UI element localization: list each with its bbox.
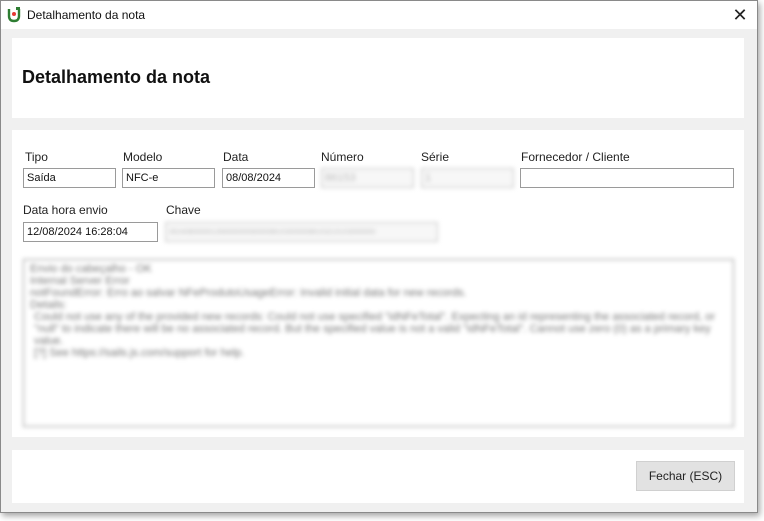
serie-label: Série	[421, 150, 450, 164]
modelo-field[interactable]	[122, 168, 215, 188]
log-textarea[interactable]: Envio do cabeçalho - OK Internal Server …	[23, 259, 734, 427]
log-line: Could not use any of the provided new re…	[34, 311, 716, 347]
close-button[interactable]: Fechar (ESC)	[636, 461, 735, 491]
data-field[interactable]	[222, 168, 315, 188]
log-line: Envio do cabeçalho - OK	[30, 263, 152, 275]
close-icon[interactable]: ✕	[723, 1, 757, 29]
numero-label: Número	[321, 150, 364, 164]
dialog-window: Detalhamento da nota ✕ Detalhamento da n…	[0, 0, 758, 513]
chave-label: Chave	[166, 203, 201, 217]
chave-field[interactable]	[165, 222, 438, 242]
data-hora-envio-field[interactable]	[23, 222, 158, 242]
data-label: Data	[223, 150, 249, 164]
tipo-label: Tipo	[25, 150, 48, 164]
log-line: Details:	[30, 299, 67, 311]
form-panel: Tipo Modelo Data Número Série Fornecedor…	[12, 130, 744, 437]
page-title: Detalhamento da nota	[22, 67, 211, 87]
log-line: Internal Server Error	[30, 275, 130, 287]
header-panel: Detalhamento da nota	[12, 38, 744, 118]
window-title: Detalhamento da nota	[27, 8, 146, 22]
title-bar: Detalhamento da nota ✕	[1, 1, 757, 29]
log-line: notFoundError: Erro ao salvar NFeProduto…	[30, 287, 467, 299]
data-hora-envio-label: Data hora envio	[23, 203, 108, 217]
fornecedor-label: Fornecedor / Cliente	[521, 150, 630, 164]
tipo-field[interactable]	[23, 168, 116, 188]
numero-field[interactable]	[321, 168, 414, 188]
footer-panel: Fechar (ESC)	[12, 450, 744, 503]
app-logo-icon	[7, 7, 21, 23]
fornecedor-field[interactable]	[520, 168, 734, 188]
modelo-label: Modelo	[123, 150, 163, 164]
log-line: [?] See https://sails.js.com/support for…	[34, 347, 245, 359]
serie-field[interactable]	[421, 168, 514, 188]
